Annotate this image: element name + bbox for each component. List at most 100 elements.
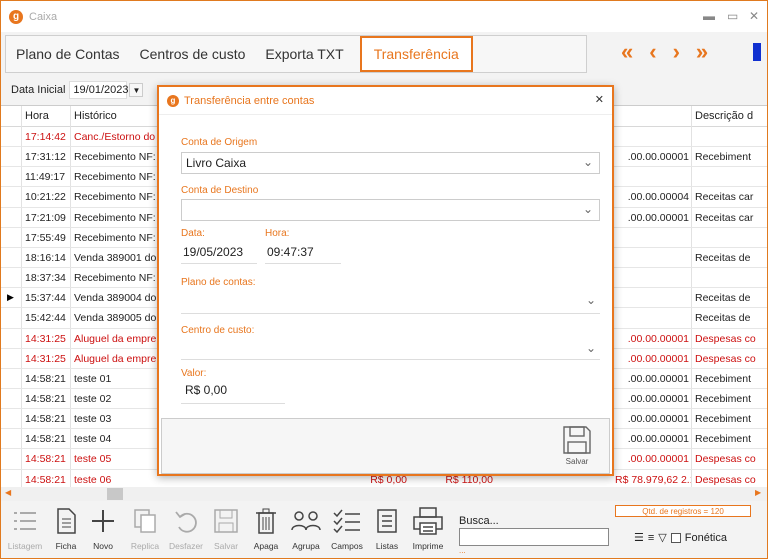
cell-hist: Recebimento NF: — [74, 191, 156, 204]
minimize-icon[interactable]: ▬ — [703, 9, 715, 23]
fonetica-label: Fonética — [684, 531, 727, 544]
hora-underline — [265, 263, 341, 264]
cell-hora: 14:58:21 — [25, 453, 66, 466]
close-icon[interactable]: ✕ — [749, 9, 759, 23]
cell-conta: .00.00.00001 — [627, 413, 689, 426]
agrupa-button[interactable]: Agrupa — [286, 507, 326, 551]
cell-hist: teste 04 — [74, 433, 112, 446]
chevron-down-icon[interactable]: ⌄ — [586, 293, 600, 307]
cell-conta: .00.00.00001 — [627, 392, 689, 405]
busca-label: Busca... — [459, 515, 499, 527]
campos-button[interactable]: Campos — [327, 507, 367, 551]
scroll-thumb[interactable] — [107, 488, 123, 500]
horizontal-scrollbar[interactable]: ◀ ▶ — [1, 487, 767, 501]
busca-options[interactable]: ... — [459, 546, 466, 555]
cell-desc: Recebiment — [695, 151, 752, 164]
valor-underline — [181, 403, 285, 404]
cell-conta: R$ 78.979,62 2.1.00.00.00.00002 — [615, 473, 691, 486]
scroll-left-icon[interactable]: ◀ — [5, 488, 11, 497]
cell-hora: 14:58:21 — [25, 392, 66, 405]
cell-conta: .00.00.00001 — [627, 453, 689, 466]
novo-button[interactable]: Novo — [83, 507, 123, 551]
desfazer-button[interactable]: Desfazer — [166, 507, 206, 551]
cell-hora: 14:31:25 — [25, 332, 66, 345]
listagem-button[interactable]: Listagem — [5, 507, 45, 551]
header-descricao[interactable]: Descrição d — [695, 110, 753, 122]
apaga-label: Apaga — [253, 541, 279, 551]
trash-icon — [246, 507, 286, 535]
imprime-button[interactable]: Imprime — [408, 507, 448, 551]
data-input[interactable]: 19/05/2023 — [183, 245, 243, 259]
campos-label: Campos — [331, 541, 363, 551]
align-center-icon[interactable]: ≡ — [648, 532, 654, 544]
cell-hist: Recebimento NF: — [74, 211, 156, 224]
conta-origem-select[interactable]: Livro Caixa ⌄ — [181, 152, 600, 174]
plano-contas-field[interactable] — [181, 313, 600, 314]
prev-record-icon[interactable]: ‹ — [649, 39, 656, 65]
date-dropdown-icon[interactable]: ▼ — [129, 83, 144, 97]
plus-icon — [83, 507, 123, 535]
first-record-icon[interactable]: « — [621, 39, 633, 65]
align-left-icon[interactable]: ☰ — [634, 531, 644, 544]
header-hora[interactable]: Hora — [25, 110, 49, 122]
ficha-label: Ficha — [55, 541, 77, 551]
maximize-icon[interactable]: ▭ — [727, 9, 738, 23]
listas-button[interactable]: Listas — [367, 507, 407, 551]
ficha-button[interactable]: Ficha — [46, 507, 86, 551]
tab-centros-de-custo[interactable]: Centros de custo — [130, 36, 256, 72]
centro-custo-label: Centro de custo: — [181, 325, 255, 336]
imprime-label: Imprime — [412, 541, 444, 551]
header-historico[interactable]: Histórico — [74, 110, 117, 122]
cell-desc: Recebiment — [695, 413, 752, 426]
title-bar: g Caixa ▬ ▭ ✕ — [1, 1, 767, 32]
data-inicial-label: Data Inicial — [11, 84, 66, 96]
last-record-icon[interactable]: » — [696, 39, 708, 65]
cell-desc: Recebiment — [695, 372, 752, 385]
chevron-down-icon[interactable]: ⌄ — [586, 341, 600, 355]
cell-conta: .00.00.00001 — [627, 433, 689, 446]
cell-conta: .00.00.00001 — [627, 332, 689, 345]
cell-hora: 15:42:44 — [25, 312, 66, 325]
cell-hora: 17:21:09 — [25, 211, 66, 224]
fonetica-checkbox[interactable] — [670, 532, 681, 543]
cell-hora: 14:58:21 — [25, 372, 66, 385]
cell-hora: 18:37:34 — [25, 272, 66, 285]
cell-desc: Despesas co — [695, 473, 756, 486]
cell-conta: .00.00.00001 — [627, 211, 689, 224]
valor-input[interactable]: R$ 0,00 — [185, 383, 227, 397]
dialog-title-bar: g Transferência entre contas ✕ — [159, 87, 612, 115]
cell-hist: teste 06 — [74, 473, 112, 486]
listagem-label: Listagem — [7, 541, 43, 551]
cell-hora: 11:49:17 — [25, 171, 66, 184]
tab-transferencia[interactable]: Transferência — [359, 36, 473, 72]
busca-input[interactable] — [459, 528, 609, 546]
copy-icon — [125, 507, 165, 535]
apaga-button[interactable]: Apaga — [246, 507, 286, 551]
centro-custo-field[interactable] — [181, 359, 600, 360]
cell-hist: teste 01 — [74, 372, 112, 385]
dialog-close-icon[interactable]: ✕ — [595, 93, 604, 106]
cell-hora: 14:58:21 — [25, 473, 66, 486]
cell-conta: .00.00.00001 — [627, 352, 689, 365]
tab-exporta-txt[interactable]: Exporta TXT — [255, 36, 353, 72]
save-icon — [563, 426, 591, 454]
hora-input[interactable]: 09:47:37 — [267, 245, 314, 259]
dialog-logo-icon: g — [167, 94, 179, 107]
cell-desc: Receitas de — [695, 292, 751, 305]
desfazer-label: Desfazer — [168, 541, 203, 551]
data-inicial-input[interactable]: 19/01/2023 — [69, 81, 128, 99]
conta-destino-select[interactable]: ⌄ — [181, 199, 600, 221]
dialog-salvar-button[interactable]: Salvar — [557, 425, 597, 466]
cell-hist: Recebimento NF: — [74, 231, 156, 244]
listas-label: Listas — [375, 541, 399, 551]
filter-icon[interactable]: ▽ — [658, 531, 666, 544]
cell-hist: Aluguel da empre — [74, 332, 156, 345]
tab-plano-de-contas[interactable]: Plano de Contas — [6, 36, 130, 72]
conta-destino-label: Conta de Destino — [181, 185, 259, 196]
nav-indicator — [753, 43, 761, 61]
list-icon — [5, 507, 45, 535]
scroll-right-icon[interactable]: ▶ — [755, 488, 761, 497]
replica-button[interactable]: Replica — [125, 507, 165, 551]
next-record-icon[interactable]: › — [673, 39, 680, 65]
salvar-toolbar-button[interactable]: Salvar — [206, 507, 246, 551]
